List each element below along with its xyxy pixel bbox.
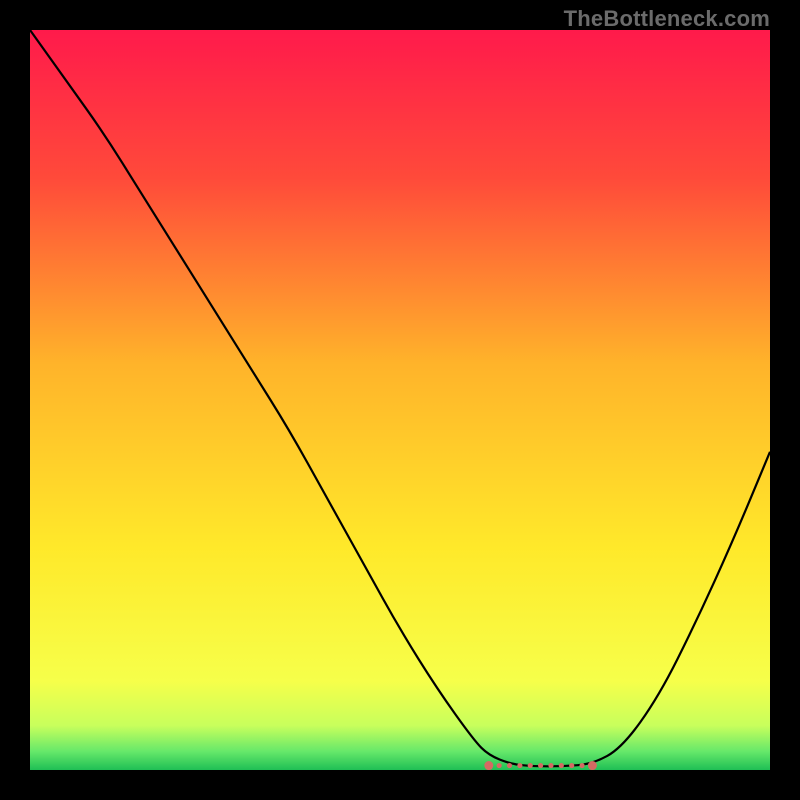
curve-line [30,30,770,766]
bottleneck-curve [30,30,770,770]
optimal-range-dot [548,763,553,768]
optimal-range-dot [559,763,564,768]
optimal-range-dot [497,763,502,768]
optimal-range-dot [579,763,584,768]
optimal-range-dot [528,763,533,768]
optimal-range-markers [484,761,597,770]
optimal-range-dot [569,763,574,768]
optimal-range-dot [484,761,493,770]
chart-frame: TheBottleneck.com [0,0,800,800]
optimal-range-dot [538,763,543,768]
watermark-text: TheBottleneck.com [564,6,770,32]
optimal-range-dot [517,763,522,768]
plot-area [30,30,770,770]
optimal-range-dot [507,763,512,768]
optimal-range-dot [588,761,597,770]
